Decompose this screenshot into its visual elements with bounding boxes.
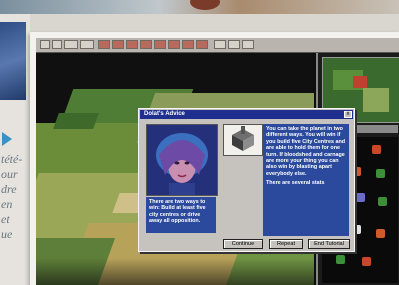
advisor-face-image [147, 125, 217, 195]
toolbar-button[interactable] [52, 40, 62, 49]
toolbar-button[interactable] [140, 40, 152, 49]
game-screen: Dolat's Advice x You can take the planet… [36, 38, 399, 285]
toolbar-button[interactable] [214, 40, 226, 49]
magazine-arrow-icon [2, 132, 12, 146]
unit-icon[interactable] [356, 193, 365, 202]
toolbar-button[interactable] [40, 40, 50, 49]
advisor-dialog: Dolat's Advice x You can take the planet… [138, 108, 355, 252]
building-icon [232, 126, 254, 151]
toolbar-button[interactable] [228, 40, 240, 49]
unit-icon[interactable] [376, 169, 385, 178]
magazine-text-line: ue [1, 227, 13, 241]
game-toolbar [36, 38, 399, 53]
toolbar-button[interactable] [126, 40, 138, 49]
unit-icon[interactable] [376, 229, 385, 238]
toolbar-button[interactable] [168, 40, 180, 49]
unit-icon[interactable] [378, 197, 387, 206]
magazine-text-line: dre [1, 182, 17, 196]
unit-icon[interactable] [372, 145, 381, 154]
unit-icon[interactable] [362, 257, 371, 266]
toolbar-button[interactable] [98, 40, 110, 49]
toolbar-button[interactable] [112, 40, 124, 49]
magazine-text-line: tété- [1, 152, 23, 166]
map-shadow [36, 258, 314, 285]
minimap-region [353, 76, 367, 88]
city-centre-icon [223, 124, 263, 156]
repeat-button[interactable]: Repeat [269, 239, 303, 249]
advice-text-panel: You can take the planet in two different… [263, 124, 349, 236]
win-conditions-panel: There are two ways to win: Build at leas… [146, 197, 216, 233]
minimap-region [363, 88, 389, 112]
win-conditions-text: There are two ways to win: Build at leas… [149, 199, 206, 225]
close-button[interactable]: x [344, 111, 352, 118]
magazine-text-line: en [1, 197, 13, 211]
magazine-text-line: et [1, 212, 10, 226]
toolbar-button[interactable] [196, 40, 208, 49]
dialog-titlebar[interactable]: Dolat's Advice x [140, 110, 353, 119]
unit-icon[interactable] [336, 255, 345, 264]
magazine-side-text: tété- our dre en et ue [1, 152, 29, 242]
advice-paragraph: You can take the planet in two different… [266, 126, 346, 177]
dialog-title: Dolat's Advice [144, 111, 185, 117]
toolbar-button[interactable] [182, 40, 194, 49]
magazine-side-photo [0, 22, 26, 100]
toolbar-button[interactable] [242, 40, 254, 49]
toolbar-button[interactable] [64, 40, 78, 49]
continue-button[interactable]: Continue [223, 239, 263, 249]
magazine-text-line: our [1, 167, 18, 181]
advice-paragraph: There are several stats [266, 180, 325, 187]
map-terrain [53, 113, 99, 129]
advisor-portrait [146, 124, 218, 196]
toolbar-button[interactable] [154, 40, 166, 49]
toolbar-button[interactable] [80, 40, 94, 49]
end-tutorial-button[interactable]: End Tutorial [308, 239, 350, 249]
